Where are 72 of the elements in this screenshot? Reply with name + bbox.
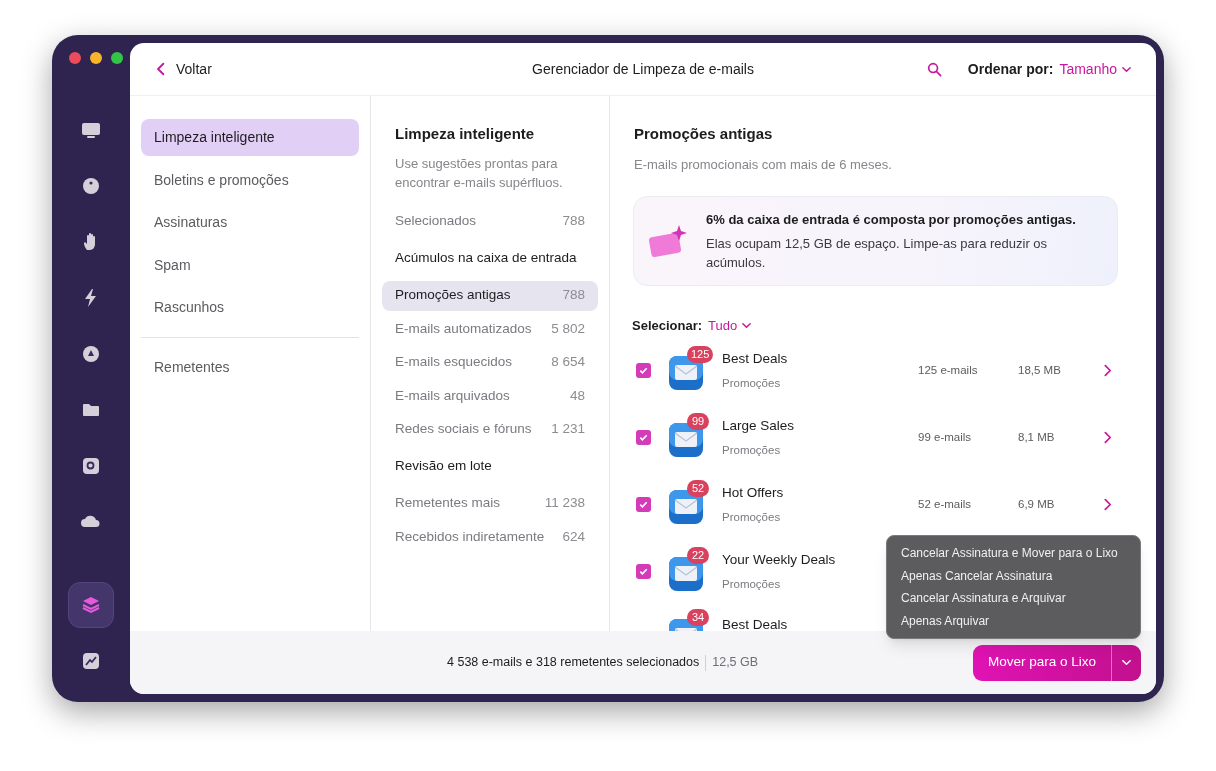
select-dropdown[interactable]: Tudo xyxy=(708,315,753,335)
menu-item[interactable]: Cancelar Assinatura e Arquivar xyxy=(901,587,1126,610)
checkbox[interactable] xyxy=(636,564,651,579)
size-text: 8,1 MB xyxy=(1018,429,1056,445)
group-header: Revisão em lote xyxy=(394,457,493,476)
envelope-sparkle-icon xyxy=(648,223,688,258)
sender-category: Promoções xyxy=(722,576,782,592)
window-title: Gerenciador de Limpeza de e-mails xyxy=(532,59,754,79)
category-item[interactable]: Remetentes mais 11 238 xyxy=(382,488,598,519)
email-count: 125 e-mails xyxy=(918,362,979,378)
layers-icon[interactable] xyxy=(68,582,114,628)
sender-category: Promoções xyxy=(722,442,782,458)
sender-name: Best Deals xyxy=(722,616,789,631)
menu-item[interactable]: Apenas Arquivar xyxy=(901,609,1126,632)
category-item[interactable]: E-mails automatizados 5 802 xyxy=(382,314,598,344)
sender-category: Promoções xyxy=(722,375,782,391)
checkmark-icon xyxy=(638,365,649,376)
group-header: Acúmulos na caixa de entrada xyxy=(394,249,578,268)
caret-icon xyxy=(1121,657,1132,668)
search-icon[interactable] xyxy=(926,61,942,77)
section-description: Use sugestões prontas para encontrar e-mails supérfluos. xyxy=(394,154,564,192)
count-badge: 125 xyxy=(687,345,714,363)
select-label: Selecionar: xyxy=(632,316,703,335)
checkmark-icon xyxy=(638,499,649,510)
count-badge: 22 xyxy=(687,546,709,564)
menu-item[interactable]: Cancelar Assinatura e Mover para o Lixo xyxy=(901,542,1126,565)
detail-subtitle: E-mails promocionais com mais de 6 meses. xyxy=(634,155,893,174)
sidebar-item[interactable]: Limpeza inteligente xyxy=(141,119,359,156)
checkbox[interactable] xyxy=(636,430,651,445)
count-badge: 52 xyxy=(687,479,709,497)
info-text: Elas ocupam 12,5 GB de espaço. Limpe-as para reduzir os acúmulos. xyxy=(706,234,1049,272)
checkbox[interactable] xyxy=(636,497,651,512)
size-text: 18,5 MB xyxy=(1018,362,1062,378)
minimize-button[interactable] xyxy=(90,52,102,64)
size-text: 6,9 MB xyxy=(1018,496,1056,512)
category-item[interactable]: Redes sociais e fóruns 1 231 xyxy=(382,414,598,445)
back-button[interactable]: Voltar xyxy=(154,58,212,80)
sort-label: Ordenar por: xyxy=(967,59,1054,79)
section-title: Limpeza inteligente xyxy=(394,124,536,144)
email-count: 52 e-mails xyxy=(918,496,973,512)
checkmark-icon xyxy=(638,566,649,577)
category-item[interactable]: E-mails arquivados 48 xyxy=(382,381,598,411)
sidebar-item[interactable]: Boletins e promoções xyxy=(141,161,359,199)
sidebar-item[interactable]: Rascunhos xyxy=(141,289,359,326)
sender-name: Best Deals xyxy=(722,350,789,369)
selection-summary: 4 538 e-mails e 318 remetentes selecionados xyxy=(447,654,700,672)
sidebar-item[interactable]: Remetentes xyxy=(141,348,359,386)
detail-title: Promoções antigas xyxy=(634,124,774,144)
sender-name: Your Weekly Deals xyxy=(722,551,837,570)
sidebar-item[interactable]: Assinaturas xyxy=(141,204,359,241)
count-badge: 34 xyxy=(687,609,709,626)
checkmark-icon xyxy=(638,432,649,443)
sort-dropdown[interactable]: Tamanho xyxy=(1059,58,1132,80)
sender-name: Large Sales xyxy=(722,417,796,436)
chevron-right-icon xyxy=(1101,364,1114,377)
info-headline: 6% da caixa de entrada é composta por promoções antigas. xyxy=(706,211,1077,229)
sender-name: Hot Offers xyxy=(722,484,785,503)
category-item[interactable]: Recebidos indiretamente 624 xyxy=(382,522,598,552)
chevron-right-icon xyxy=(1101,498,1114,511)
zoom-button[interactable] xyxy=(111,52,123,64)
category-item[interactable]: E-mails esquecidos 8 654 xyxy=(382,347,598,378)
menu-item[interactable]: Apenas Cancelar Assinatura xyxy=(901,564,1126,587)
close-button[interactable] xyxy=(69,52,81,64)
category-item[interactable]: Selecionados 788 xyxy=(382,206,598,237)
sidebar-item[interactable]: Spam xyxy=(141,246,359,284)
email-count: 99 e-mails xyxy=(918,429,973,445)
checkbox[interactable] xyxy=(636,363,651,378)
selection-size: 12,5 GB xyxy=(712,654,759,672)
category-item[interactable]: Promoções antigas 788 xyxy=(382,280,598,311)
count-badge: 99 xyxy=(687,412,709,430)
chevron-right-icon xyxy=(1101,431,1114,444)
sender-category: Promoções xyxy=(722,509,782,525)
